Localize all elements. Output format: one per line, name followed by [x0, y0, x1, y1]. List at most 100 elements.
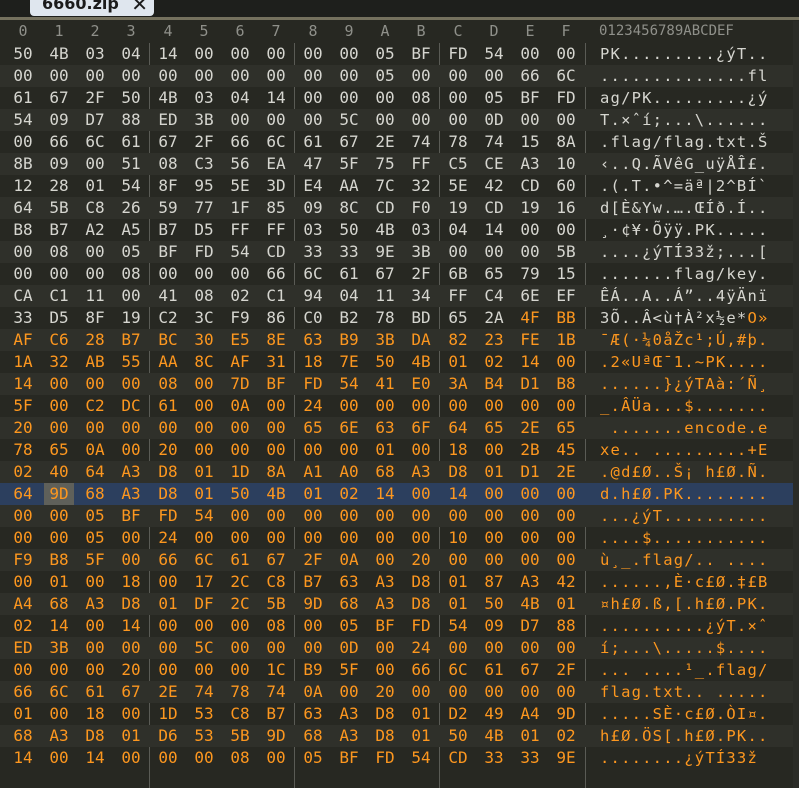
hex-byte[interactable]: 01 — [8, 703, 38, 725]
ascii-text[interactable]: ... ....¹_.flag/ — [600, 659, 769, 681]
hex-byte[interactable]: 02 — [8, 461, 38, 483]
hex-byte[interactable]: 3B — [406, 241, 436, 263]
hex-byte[interactable]: FD — [370, 747, 400, 769]
hex-byte[interactable]: 00 — [116, 637, 146, 659]
hex-byte[interactable]: 01 — [443, 571, 473, 593]
hex-byte[interactable]: 00 — [406, 483, 436, 505]
hex-byte[interactable]: CD — [443, 747, 473, 769]
hex-byte[interactable]: 14 — [370, 483, 400, 505]
hex-byte[interactable]: 6B — [443, 263, 473, 285]
hex-byte[interactable]: 00 — [261, 417, 291, 439]
hex-byte[interactable]: 00 — [479, 637, 509, 659]
hex-byte[interactable]: 19 — [515, 197, 545, 219]
hex-byte[interactable]: 75 — [370, 153, 400, 175]
hex-byte[interactable]: 67 — [116, 681, 146, 703]
hex-byte[interactable]: D7 — [80, 109, 110, 131]
hex-byte[interactable]: F9 — [8, 549, 38, 571]
hex-byte[interactable]: 6C — [298, 263, 328, 285]
hex-byte[interactable]: 78 — [370, 307, 400, 329]
hex-byte[interactable]: 05 — [370, 65, 400, 87]
hex-byte[interactable]: C2 — [80, 395, 110, 417]
hex-byte[interactable]: 00 — [80, 571, 110, 593]
hex-byte[interactable]: 00 — [479, 549, 509, 571]
hex-byte[interactable]: 24 — [153, 527, 183, 549]
hex-byte[interactable]: 3B — [189, 109, 219, 131]
hex-byte[interactable]: 00 — [44, 747, 74, 769]
hex-byte[interactable]: BF — [153, 241, 183, 263]
hex-byte[interactable]: 5F — [334, 153, 364, 175]
hex-byte[interactable]: 68 — [370, 461, 400, 483]
ascii-text[interactable]: ....$........... — [600, 527, 769, 549]
hex-byte[interactable]: ED — [8, 637, 38, 659]
hex-byte[interactable]: EA — [261, 153, 291, 175]
hex-byte[interactable]: 00 — [116, 285, 146, 307]
hex-byte[interactable]: 65 — [551, 417, 581, 439]
hex-byte[interactable]: 8A — [551, 131, 581, 153]
hex-byte[interactable]: 00 — [298, 637, 328, 659]
hex-byte[interactable]: 00 — [225, 43, 255, 65]
hex-byte[interactable]: 61 — [334, 263, 364, 285]
hex-byte[interactable]: D8 — [153, 461, 183, 483]
hex-byte[interactable]: 11 — [80, 285, 110, 307]
hex-byte[interactable]: 2C — [225, 571, 255, 593]
hex-byte[interactable]: 00 — [551, 549, 581, 571]
hex-byte[interactable]: FF — [261, 219, 291, 241]
hex-byte[interactable]: 65 — [298, 417, 328, 439]
ascii-text[interactable]: h£Ø.ÖS[.h£Ø.PK.. — [600, 725, 769, 747]
hex-byte[interactable]: 61 — [225, 549, 255, 571]
hex-byte[interactable]: 9E — [551, 747, 581, 769]
hex-byte[interactable]: 67 — [261, 549, 291, 571]
hex-byte[interactable]: 18 — [443, 439, 473, 461]
hex-byte[interactable]: 00 — [80, 65, 110, 87]
hex-byte[interactable]: 54 — [116, 175, 146, 197]
hex-byte[interactable]: 00 — [116, 747, 146, 769]
ascii-text[interactable]: .flag/flag.txt.Š — [600, 131, 769, 153]
hex-byte[interactable]: 1B — [551, 329, 581, 351]
hex-byte[interactable]: AB — [80, 351, 110, 373]
hex-byte[interactable]: 00 — [80, 263, 110, 285]
hex-byte[interactable]: D2 — [443, 703, 473, 725]
hex-byte[interactable]: 87 — [479, 571, 509, 593]
hex-byte[interactable]: 8E — [261, 329, 291, 351]
hex-byte[interactable]: 01 — [153, 593, 183, 615]
hex-byte[interactable]: 00 — [443, 65, 473, 87]
hex-byte[interactable]: 00 — [225, 659, 255, 681]
hex-byte[interactable]: 0A — [298, 681, 328, 703]
hex-byte[interactable]: AF — [8, 329, 38, 351]
hex-byte[interactable]: 00 — [80, 153, 110, 175]
hex-byte[interactable]: 6C — [80, 131, 110, 153]
hex-byte[interactable]: 00 — [298, 65, 328, 87]
hex-byte[interactable]: 59 — [153, 197, 183, 219]
hex-byte[interactable]: D1 — [515, 461, 545, 483]
hex-byte[interactable]: A3 — [406, 461, 436, 483]
hex-byte[interactable]: E4 — [298, 175, 328, 197]
hex-byte[interactable]: 01 — [189, 483, 219, 505]
hex-byte[interactable]: CA — [8, 285, 38, 307]
hex-byte[interactable]: 04 — [225, 87, 255, 109]
hex-byte[interactable]: 6C — [551, 65, 581, 87]
hex-byte[interactable]: BD — [406, 307, 436, 329]
ascii-text[interactable]: d.h£Ø.PK........ — [600, 483, 769, 505]
hex-byte[interactable]: 32 — [406, 175, 436, 197]
hex-byte[interactable]: 00 — [551, 483, 581, 505]
hex-byte[interactable]: 74 — [189, 681, 219, 703]
ascii-text[interactable]: ‹..Q.ÃVêG_uÿÅÎ£. — [600, 153, 769, 175]
hex-byte[interactable]: 00 — [44, 703, 74, 725]
hex-byte[interactable]: 00 — [225, 615, 255, 637]
hex-byte[interactable]: C8 — [225, 703, 255, 725]
hex-byte[interactable]: 03 — [80, 43, 110, 65]
hex-byte[interactable]: 4B — [406, 351, 436, 373]
hex-byte[interactable]: 00 — [298, 505, 328, 527]
hex-byte[interactable]: 00 — [515, 219, 545, 241]
hex-byte[interactable]: 14 — [443, 483, 473, 505]
hex-byte[interactable]: 00 — [153, 571, 183, 593]
hex-byte[interactable]: 00 — [8, 263, 38, 285]
ascii-text[interactable]: ¯Æ(·¼0åŽc¹;Ú‚#þ. — [600, 329, 769, 351]
hex-byte[interactable]: 05 — [334, 615, 364, 637]
hex-byte[interactable]: B7 — [261, 703, 291, 725]
hex-byte[interactable]: CD — [261, 241, 291, 263]
hex-byte[interactable]: 42 — [479, 175, 509, 197]
hex-byte[interactable]: 14 — [261, 87, 291, 109]
hex-byte[interactable]: 4B — [515, 593, 545, 615]
hex-byte[interactable]: 00 — [443, 241, 473, 263]
